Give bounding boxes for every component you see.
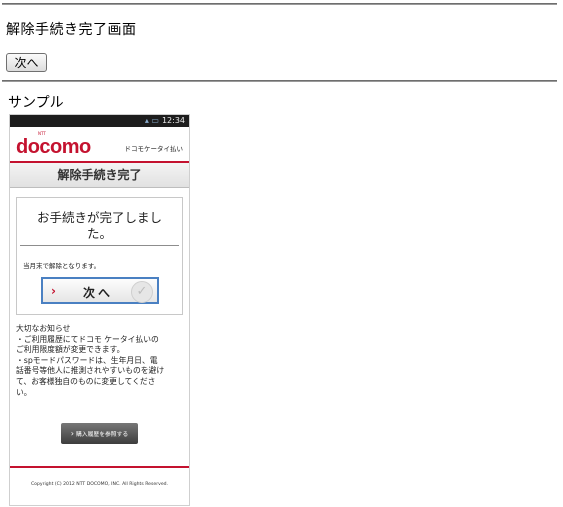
phone-next-label: 次へ bbox=[83, 286, 114, 300]
footer-red-line bbox=[10, 466, 189, 468]
check-circle-icon: ✓ bbox=[131, 281, 153, 303]
section-divider bbox=[2, 80, 557, 82]
phone-sample-screenshot: ▴ ▭ 12:34 NTT docomo ドコモケータイ払い 解除手続き完了 お手… bbox=[9, 114, 190, 506]
completion-card: お手続きが完了しまし た。 当月末で解除となります。 › 次へ ✓ bbox=[16, 197, 183, 315]
docomo-logo: docomo bbox=[16, 136, 91, 158]
chevron-right-icon: › bbox=[70, 429, 74, 438]
notice-line: ・ご利用履歴にてドコモ ケータイ払いの bbox=[16, 334, 159, 344]
next-button[interactable]: 次へ bbox=[6, 53, 47, 72]
screen-title: 解除手続き完了 bbox=[10, 163, 189, 188]
notice-line: い。 bbox=[16, 387, 32, 397]
top-divider bbox=[2, 3, 557, 5]
chevron-right-icon: › bbox=[51, 284, 56, 298]
brand-header: NTT docomo ドコモケータイ払い bbox=[10, 127, 189, 161]
completion-message: お手続きが完了しまし た。 bbox=[36, 210, 162, 241]
card-divider bbox=[20, 245, 179, 246]
page-title: 解除手続き完了画面 bbox=[6, 22, 137, 38]
cancellation-note: 当月末で解除となります。 bbox=[23, 262, 101, 270]
sample-label: サンプル bbox=[8, 95, 64, 111]
status-time: 12:34 bbox=[161, 116, 185, 125]
signal-battery-icon: ▴ ▭ bbox=[144, 116, 159, 125]
phone-status-bar: ▴ ▭ 12:34 bbox=[10, 115, 189, 127]
copyright: Copyright (C) 2012 NTT DOCOMO, INC. All … bbox=[30, 482, 169, 487]
service-name: ドコモケータイ払い bbox=[124, 145, 184, 153]
notice-line: ご利用限度額が変更できます。 bbox=[16, 345, 125, 355]
purchase-history-label: 購入履歴を参照する bbox=[76, 432, 129, 438]
purchase-history-button[interactable]: › 購入履歴を参照する bbox=[61, 423, 138, 444]
important-notice: 大切なお知らせ ・ご利用履歴にてドコモ ケータイ払いの ご利用限度額が変更できま… bbox=[16, 324, 183, 398]
notice-line: 話番号等他人に推測されやすいものを避け bbox=[16, 366, 165, 376]
notice-line: ・spモードパスワードは、生年月日、電 bbox=[16, 355, 158, 365]
phone-next-button[interactable]: › 次へ ✓ bbox=[41, 277, 159, 304]
notice-line: 大切なお知らせ bbox=[16, 324, 71, 333]
notice-line: て、お客様独自のものに変更してくださ bbox=[16, 376, 156, 386]
